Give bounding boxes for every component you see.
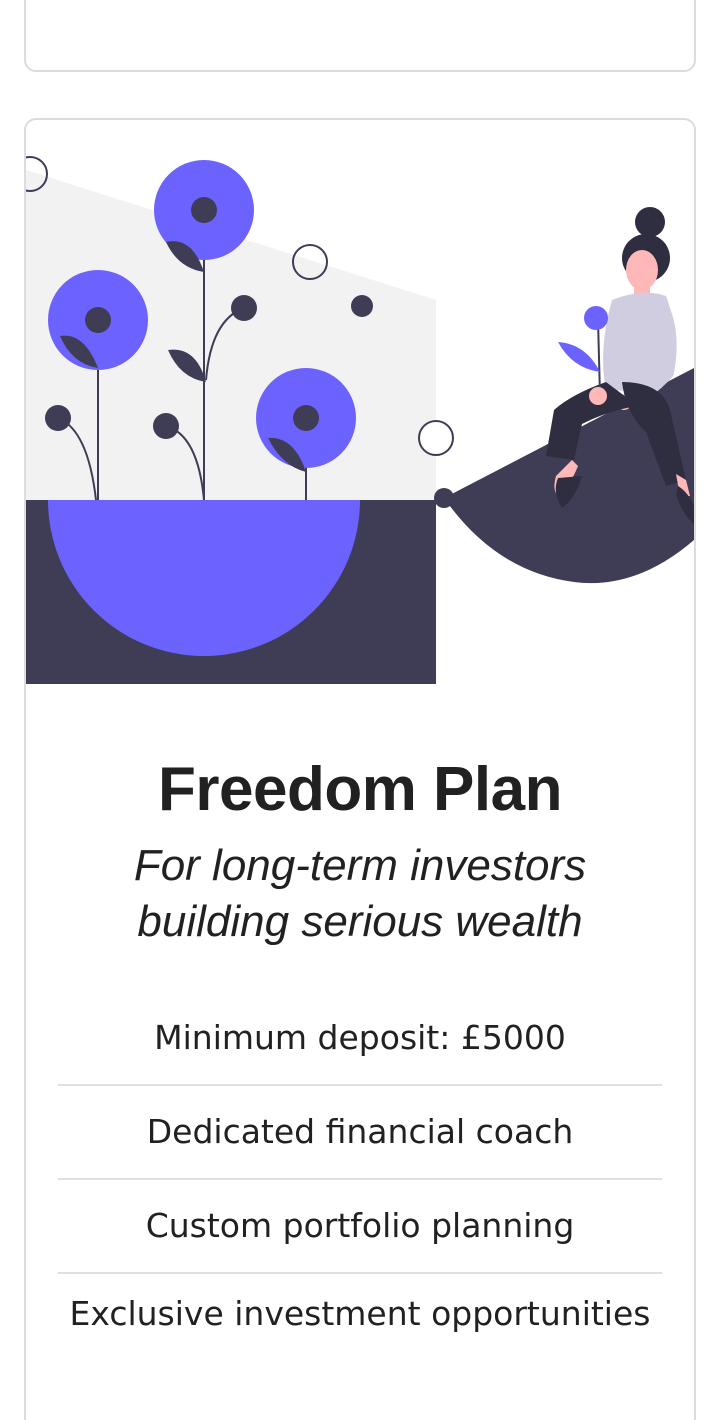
page: Freedom Plan For long-term investors bui…	[0, 0, 724, 1420]
feature-minimum-deposit: Minimum deposit: £5000	[58, 1000, 662, 1086]
previous-plan-card	[24, 0, 696, 72]
plan-title: Freedom Plan	[158, 755, 563, 824]
plan-illustration	[26, 120, 694, 686]
plan-card: Freedom Plan For long-term investors bui…	[24, 118, 696, 1420]
plan-subtitle: For long-term investors building serious…	[133, 841, 587, 946]
feature-portfolio-planning: Custom portfolio planning	[58, 1180, 662, 1274]
plan-features-list: Minimum deposit: £5000 Dedicated financi…	[58, 1000, 662, 1360]
feature-financial-coach: Dedicated financial coach	[58, 1086, 662, 1180]
feature-investment-opportunities: Exclusive investment opportunities	[69, 1294, 651, 1333]
